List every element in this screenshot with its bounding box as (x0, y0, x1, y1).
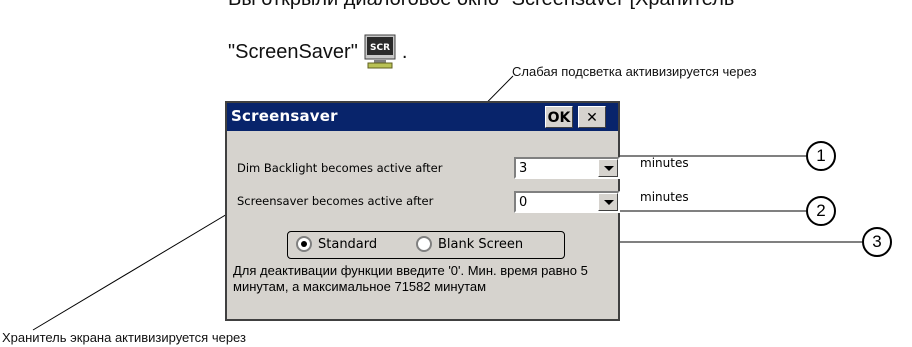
dialog-titlebar: Screensaver OK ✕ (227, 103, 618, 131)
help-note: Для деактивации функции введите '0'. Мин… (233, 263, 588, 294)
dim-backlight-value[interactable]: 3 (519, 161, 527, 176)
dim-backlight-unit: minutes (640, 156, 689, 170)
dim-backlight-combo[interactable]: 3 (514, 157, 620, 179)
radio-blank-screen[interactable]: Blank Screen (416, 236, 523, 252)
radio-standard-label: Standard (318, 236, 378, 252)
callout-number-1: 1 (806, 141, 836, 171)
radio-blank-screen-dot[interactable] (416, 236, 432, 252)
screensaver-value[interactable]: 0 (519, 195, 527, 210)
callout-number-2: 2 (806, 196, 836, 226)
radio-standard-dot[interactable] (296, 236, 312, 252)
screensaver-combo[interactable]: 0 (514, 191, 620, 213)
radio-standard[interactable]: Standard (296, 236, 377, 252)
screensaver-mode-group: Standard Blank Screen (287, 231, 565, 259)
screensaver-dialog: Screensaver OK ✕ Dim Backlight becomes a… (225, 101, 620, 321)
radio-blank-screen-label: Blank Screen (438, 236, 524, 252)
dim-backlight-label: Dim Backlight becomes active after (237, 161, 443, 175)
screensaver-dropdown-icon[interactable] (598, 193, 618, 211)
dim-backlight-dropdown-icon[interactable] (598, 159, 618, 177)
callout-number-3: 3 (862, 227, 892, 257)
screensaver-unit: minutes (640, 190, 689, 204)
screensaver-label: Screensaver becomes active after (237, 194, 434, 208)
close-button[interactable]: ✕ (578, 106, 606, 128)
dialog-title: Screensaver (231, 107, 338, 125)
ok-button[interactable]: OK (545, 106, 573, 128)
